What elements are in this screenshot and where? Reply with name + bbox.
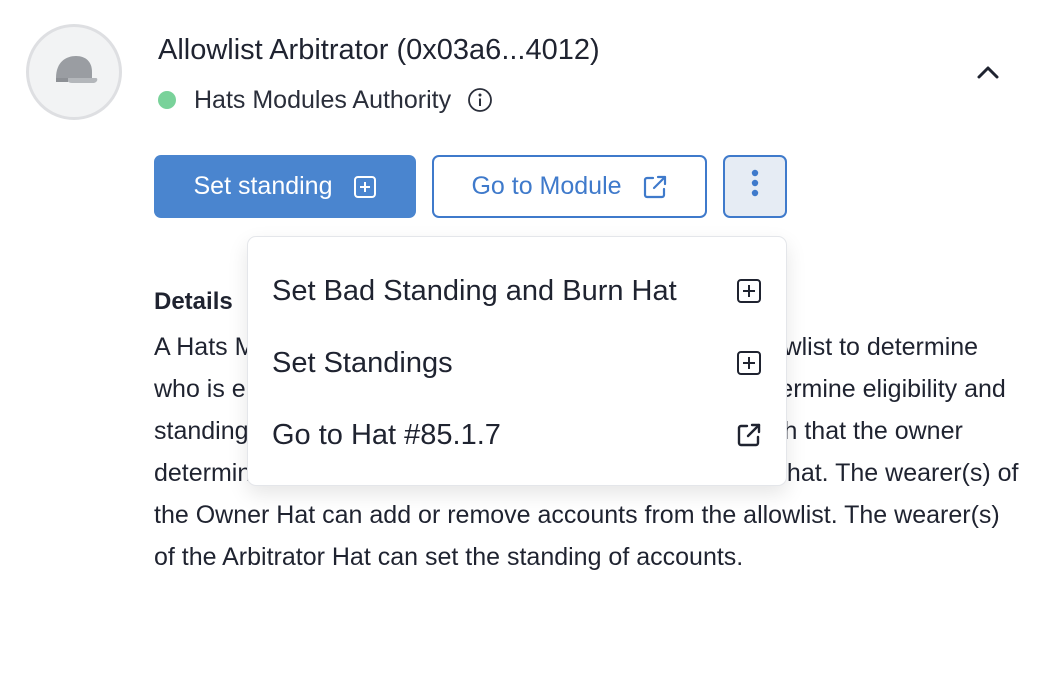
more-options-button[interactable] — [723, 155, 787, 218]
hat-icon — [50, 52, 98, 93]
status-dot — [158, 91, 176, 109]
details-heading: Details — [154, 288, 233, 315]
more-vertical-icon — [750, 168, 760, 205]
menu-item-label: Set Bad Standing and Burn Hat — [272, 274, 677, 307]
external-link-icon — [642, 174, 668, 200]
set-standing-label: Set standing — [193, 172, 333, 200]
authority-row: Hats Modules Authority — [158, 80, 493, 120]
more-options-menu: Set Bad Standing and Burn Hat Set Standi… — [247, 236, 787, 486]
menu-item-label: Set Standings — [272, 346, 453, 379]
info-icon[interactable] — [467, 87, 493, 113]
plus-square-icon — [736, 350, 762, 376]
external-link-icon — [736, 422, 762, 448]
go-to-module-label: Go to Module — [471, 172, 622, 200]
menu-item-set-standings[interactable]: Set Standings — [272, 336, 762, 390]
menu-item-label: Go to Hat #85.1.7 — [272, 418, 501, 451]
plus-square-icon — [736, 278, 762, 304]
authority-label: Hats Modules Authority — [194, 85, 452, 114]
menu-item-go-to-hat[interactable]: Go to Hat #85.1.7 — [272, 408, 762, 462]
chevron-up-icon — [976, 64, 1000, 85]
module-avatar — [26, 24, 122, 120]
plus-square-icon — [353, 175, 377, 199]
set-standing-button[interactable]: Set standing — [154, 155, 416, 218]
module-title: Allowlist Arbitrator (0x03a6...4012) — [158, 34, 600, 66]
go-to-module-button[interactable]: Go to Module — [432, 155, 707, 218]
collapse-button[interactable] — [970, 56, 1006, 92]
menu-item-set-bad-standing[interactable]: Set Bad Standing and Burn Hat — [272, 264, 762, 318]
